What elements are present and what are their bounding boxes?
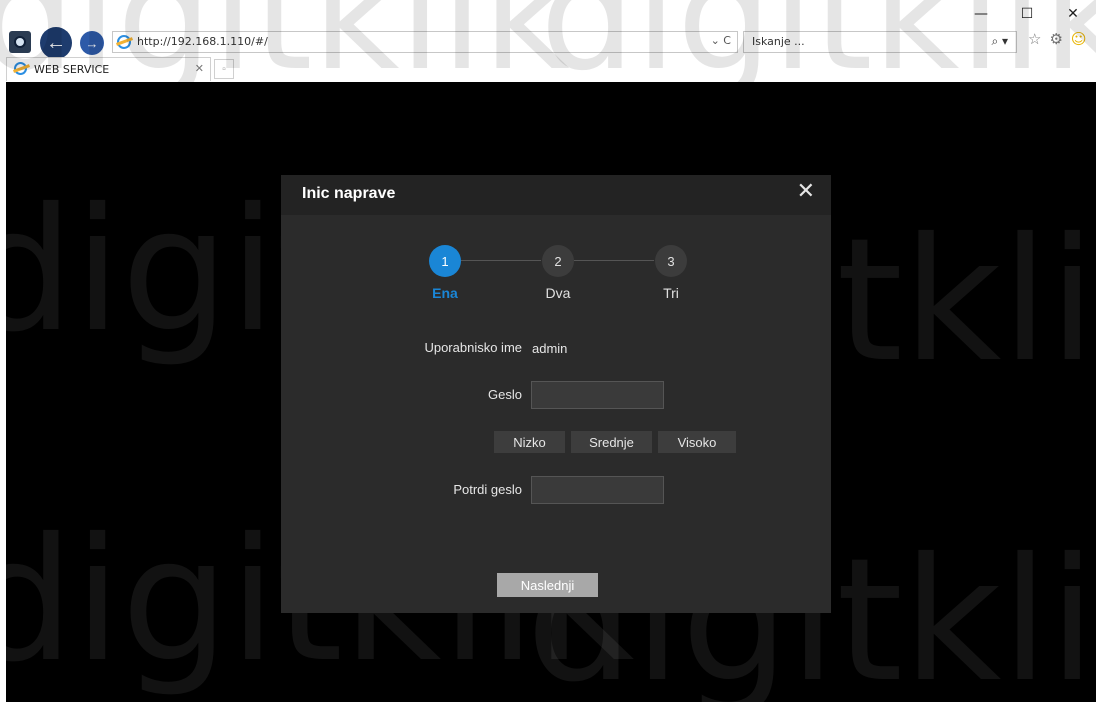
tab-title: WEB SERVICE <box>34 63 110 76</box>
back-button[interactable]: ← <box>40 27 72 59</box>
arrow-left-icon: ← <box>46 31 66 54</box>
device-init-dialog: Inic naprave ✕ 1 2 3 Ena Dva Tri Uporabn… <box>281 175 831 613</box>
search-icon[interactable]: ⌕ ▾ <box>991 34 1008 49</box>
step-2-indicator: 2 <box>542 245 574 277</box>
refresh-icon[interactable]: ⌄ C <box>711 34 731 47</box>
tab-bar: WEB SERVICE ✕ ▫ <box>0 57 1096 82</box>
toolbar-icons: ☆ ⚙ ☺ <box>1028 30 1087 48</box>
search-placeholder: Iskanje ... <box>752 35 805 48</box>
browser-chrome: — ☐ ✕ ← → http://192.168.1.110/#/ ⌄ C Is… <box>0 0 1096 82</box>
app-logo-icon <box>9 31 31 53</box>
step-1-indicator: 1 <box>429 245 461 277</box>
password-input[interactable] <box>531 381 664 409</box>
gear-icon[interactable]: ⚙ <box>1049 30 1062 48</box>
strength-low: Nizko <box>494 431 565 453</box>
step-2-label: Dva <box>545 285 571 301</box>
forward-button[interactable]: → <box>80 31 104 55</box>
navigation-bar: ← → http://192.168.1.110/#/ ⌄ C Iskanje … <box>0 26 1096 59</box>
step-connector <box>461 260 541 261</box>
step-connector <box>574 260 654 261</box>
strength-high: Visoko <box>658 431 736 453</box>
close-window-button[interactable]: ✕ <box>1050 0 1096 28</box>
star-icon[interactable]: ☆ <box>1028 30 1041 48</box>
confirm-password-input[interactable] <box>531 476 664 504</box>
page-content: digitklik digitklik digitklik digitklik … <box>6 82 1096 702</box>
ie-favicon-icon <box>117 35 131 49</box>
tab-web-service[interactable]: WEB SERVICE ✕ <box>6 57 211 81</box>
dialog-header: Inic naprave ✕ <box>281 175 831 215</box>
password-label: Geslo <box>488 387 522 402</box>
next-button[interactable]: Naslednji <box>497 573 598 597</box>
tab-favicon-icon <box>14 62 27 75</box>
arrow-right-icon: → <box>85 35 99 51</box>
strength-medium: Srednje <box>571 431 652 453</box>
confirm-password-label: Potrdi geslo <box>453 482 522 497</box>
maximize-button[interactable]: ☐ <box>1004 0 1050 28</box>
smiley-icon[interactable]: ☺ <box>1071 30 1087 48</box>
username-value: admin <box>532 341 568 356</box>
step-3-label: Tri <box>663 285 679 301</box>
username-label: Uporabnisko ime <box>424 340 522 355</box>
minimize-button[interactable]: — <box>958 0 1004 28</box>
tab-close-icon[interactable]: ✕ <box>195 62 204 75</box>
new-tab-button[interactable]: ▫ <box>214 59 234 79</box>
dialog-title: Inic naprave <box>302 185 396 202</box>
search-input[interactable]: Iskanje ... ⌕ ▾ <box>743 31 1017 53</box>
address-bar[interactable]: http://192.168.1.110/#/ ⌄ C <box>112 31 738 53</box>
step-1-label: Ena <box>432 285 458 301</box>
window-controls: — ☐ ✕ <box>958 0 1096 28</box>
url-text: http://192.168.1.110/#/ <box>137 35 268 48</box>
step-3-indicator: 3 <box>655 245 687 277</box>
close-icon[interactable]: ✕ <box>797 179 815 204</box>
new-tab-icon: ▫ <box>222 63 226 75</box>
